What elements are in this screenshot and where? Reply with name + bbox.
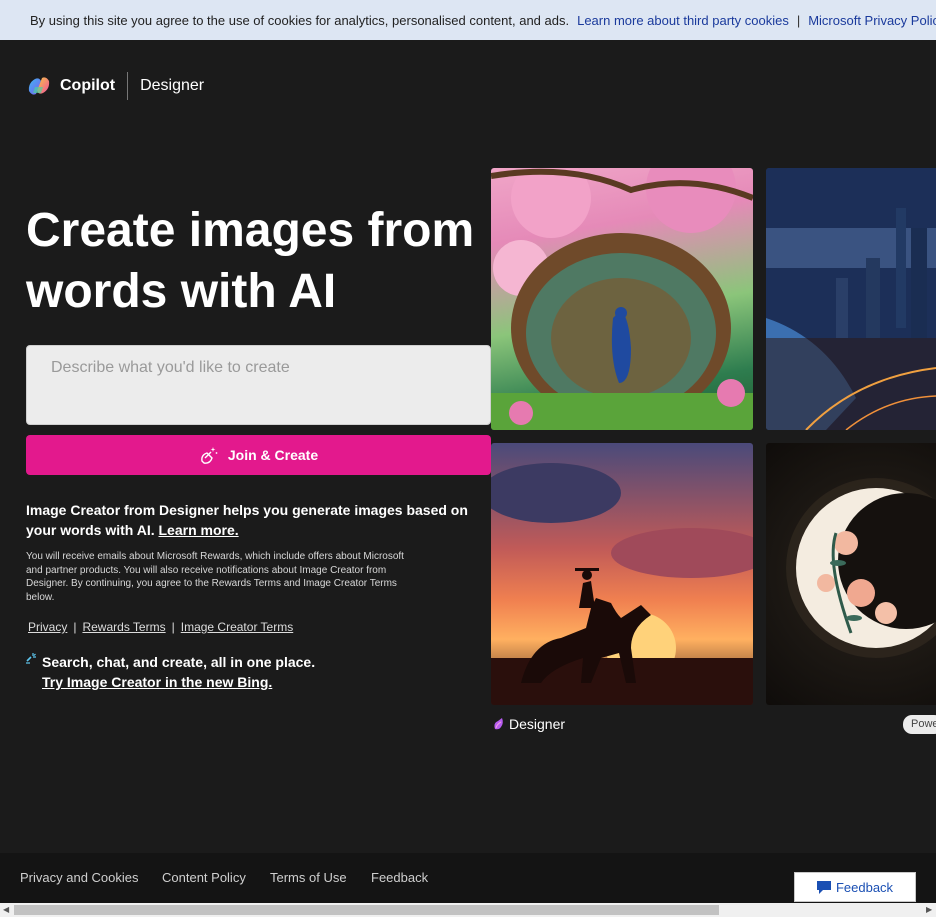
link-separator: | [171,620,175,634]
legal-links: Privacy | Rewards Terms | Image Creator Term… [28,620,293,634]
header-divider [127,72,129,100]
terms-of-use-link[interactable]: Terms of Use [270,870,347,885]
designer-logo-icon [494,718,503,730]
product-name[interactable]: Designer [140,77,204,95]
gallery-image-city[interactable] [766,168,936,430]
bing-promo-text: Search, chat, and create, all in one pla… [42,654,316,670]
prompt-input[interactable] [27,346,490,424]
cookie-separator: | [796,12,801,28]
prompt-box [26,345,491,425]
try-new-bing-link[interactable]: Try Image Creator in the new Bing. [42,674,272,690]
link-separator: | [73,620,77,634]
gallery-image-peacock[interactable] [491,168,753,430]
designer-label-text: Designer [509,716,566,732]
scrollbar-thumb[interactable] [14,905,719,915]
sparkle-icon [26,653,36,664]
privacy-policy-link[interactable]: Microsoft Privacy Policy [808,13,936,28]
cookie-banner: By using this site you agree to the use … [0,0,936,40]
image-creator-terms-link[interactable]: Image Creator Terms [181,620,293,634]
description-text: Image Creator from Designer helps you ge… [26,502,468,538]
privacy-link[interactable]: Privacy [28,620,67,634]
horizontal-scrollbar[interactable]: ◀ ▶ [0,903,936,917]
powered-by-badge: Powered by DALL·E 3 [903,715,936,734]
copilot-logo-icon[interactable] [26,73,52,99]
content-policy-link[interactable]: Content Policy [162,870,246,885]
fine-print: You will receive emails about Microsoft … [26,551,404,603]
magic-wand-icon [201,447,218,464]
cowboy-illustration [491,463,753,705]
learn-more-link[interactable]: Learn more. [159,522,239,538]
feedback-button[interactable]: Feedback [794,872,916,902]
scroll-right-icon[interactable]: ▶ [926,905,934,915]
peacock-illustration [491,168,753,430]
join-create-label: Join & Create [227,447,319,463]
join-create-button[interactable]: Join & Create [26,435,491,475]
gallery-image-moon[interactable] [766,443,936,705]
feedback-button-label: Feedback [835,879,894,895]
designer-label: Designer [493,716,565,732]
third-party-cookies-link[interactable]: Learn more about third party cookies [577,13,789,28]
description: Image Creator from Designer helps you ge… [26,500,486,540]
privacy-cookies-link[interactable]: Privacy and Cookies [20,870,139,885]
city-illustration [766,168,936,430]
bing-promo: Search, chat, and create, all in one pla… [26,652,315,692]
scroll-left-icon[interactable]: ◀ [3,905,11,915]
brand-name[interactable]: Copilot [60,77,115,95]
page-title: Create images from words with AI [26,204,475,318]
footer-feedback-link[interactable]: Feedback [371,870,428,885]
feedback-icon [816,880,831,894]
floral-moon-illustration [786,478,936,658]
gallery-image-cowboy[interactable] [491,443,753,705]
cookie-message: By using this site you agree to the use … [30,12,570,28]
site-header: Copilot Designer [26,72,204,100]
rewards-terms-link[interactable]: Rewards Terms [82,620,165,634]
